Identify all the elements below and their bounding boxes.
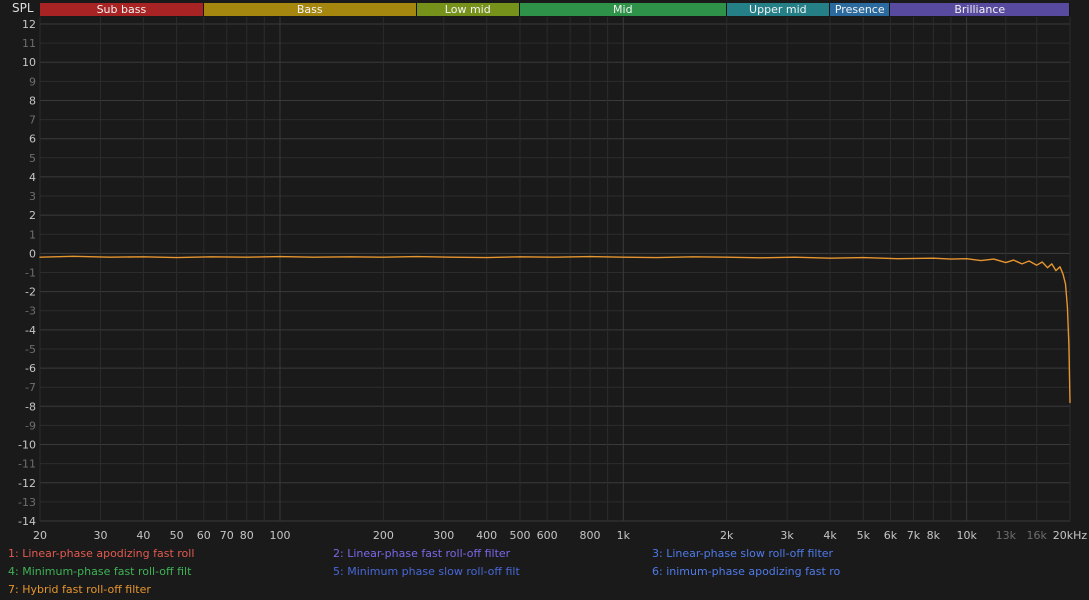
- x-axis-labels: 20 30 40 50 60 70 80 100 200 300 400 500 600 800 1k 2k 3…: [33, 529, 1087, 542]
- y-tick-label: 2: [29, 209, 36, 222]
- x-tick-label: 600: [537, 529, 558, 542]
- x-tick-label: 3k: [780, 529, 794, 542]
- y-tick-label: 6: [29, 133, 36, 146]
- x-tick-label: 800: [580, 529, 601, 542]
- y-tick-label: -7: [25, 381, 36, 394]
- y-tick-label: 5: [29, 152, 36, 165]
- x-tick-label: 7k: [907, 529, 921, 542]
- y-tick-label: -2: [25, 286, 36, 299]
- y-tick-label: -11: [18, 458, 36, 471]
- legend-item-5[interactable]: 5: Minimum phase slow roll-off filt: [333, 565, 520, 578]
- y-tick-label: -9: [25, 419, 36, 432]
- y-tick-label: -1: [25, 267, 36, 280]
- x-gridlines: [39, 17, 1071, 521]
- x-tick-label: 1k: [617, 529, 631, 542]
- x-tick-label: 300: [433, 529, 454, 542]
- x-tick-label: 13k: [996, 529, 1017, 542]
- legend-item-7[interactable]: 7: Hybrid fast roll-off filter: [8, 583, 151, 596]
- x-tick-label: 4k: [823, 529, 837, 542]
- y-tick-label: 8: [29, 94, 36, 107]
- y-axis-labels: 1211109876543210-1-2-3-4-5-6-7-8-9-10-11…: [18, 18, 36, 528]
- trace-legend: 1: Linear-phase apodizing fast roll 2: Li…: [0, 547, 1089, 600]
- y-tick-label: -4: [25, 324, 36, 337]
- y-tick-label: -6: [25, 362, 36, 375]
- y-tick-label: -14: [18, 515, 36, 528]
- y-tick-label: 11: [22, 37, 36, 50]
- x-tick-label: 200: [373, 529, 394, 542]
- y-tick-label: -5: [25, 343, 36, 356]
- legend-item-1[interactable]: 1: Linear-phase apodizing fast roll: [8, 547, 194, 560]
- x-tick-label: 20: [33, 529, 47, 542]
- x-tick-label: 30: [93, 529, 107, 542]
- x-tick-label: 40: [136, 529, 150, 542]
- y-tick-label: 10: [22, 56, 36, 69]
- y-tick-label: 9: [29, 75, 36, 88]
- legend-item-2[interactable]: 2: Linear-phase fast roll-off filter: [333, 547, 510, 560]
- x-tick-label: 10k: [956, 529, 977, 542]
- x-tick-label: 500: [509, 529, 530, 542]
- y-tick-label: -8: [25, 400, 36, 413]
- x-tick-label: 6k: [884, 529, 898, 542]
- y-tick-label: 3: [29, 190, 36, 203]
- x-tick-label: 2k: [720, 529, 734, 542]
- spl-analyzer-window: SPL Sub bass Bass Low mid Mid Upper mid Prese…: [0, 0, 1089, 600]
- y-tick-label: 4: [29, 171, 36, 184]
- y-tick-label: -3: [25, 305, 36, 318]
- x-tick-label: 8k: [927, 529, 941, 542]
- y-tick-label: 0: [29, 247, 36, 260]
- x-tick-label: 20kHz: [1053, 529, 1088, 542]
- spl-frequency-response-chart[interactable]: 1211109876543210-1-2-3-4-5-6-7-8-9-10-11…: [0, 0, 1089, 546]
- y-tick-label: -12: [18, 477, 36, 490]
- y-tick-label: 7: [29, 114, 36, 127]
- y-tick-label: 1: [29, 228, 36, 241]
- y-tick-label: -13: [18, 496, 36, 509]
- x-tick-label: 70: [220, 529, 234, 542]
- x-tick-label: 80: [240, 529, 254, 542]
- x-tick-label: 400: [476, 529, 497, 542]
- legend-item-3[interactable]: 3: Linear-phase slow roll-off filter: [652, 547, 833, 560]
- y-tick-label: -10: [18, 439, 36, 452]
- y-tick-label: 12: [22, 18, 36, 31]
- x-tick-label: 16k: [1027, 529, 1048, 542]
- y-gridlines: [40, 23, 1070, 522]
- legend-item-4[interactable]: 4: Minimum-phase fast roll-off filt: [8, 565, 191, 578]
- x-tick-label: 60: [197, 529, 211, 542]
- x-tick-label: 5k: [857, 529, 871, 542]
- legend-item-6[interactable]: 6: inimum-phase apodizing fast ro: [652, 565, 840, 578]
- x-tick-label: 50: [170, 529, 184, 542]
- x-tick-label: 100: [269, 529, 290, 542]
